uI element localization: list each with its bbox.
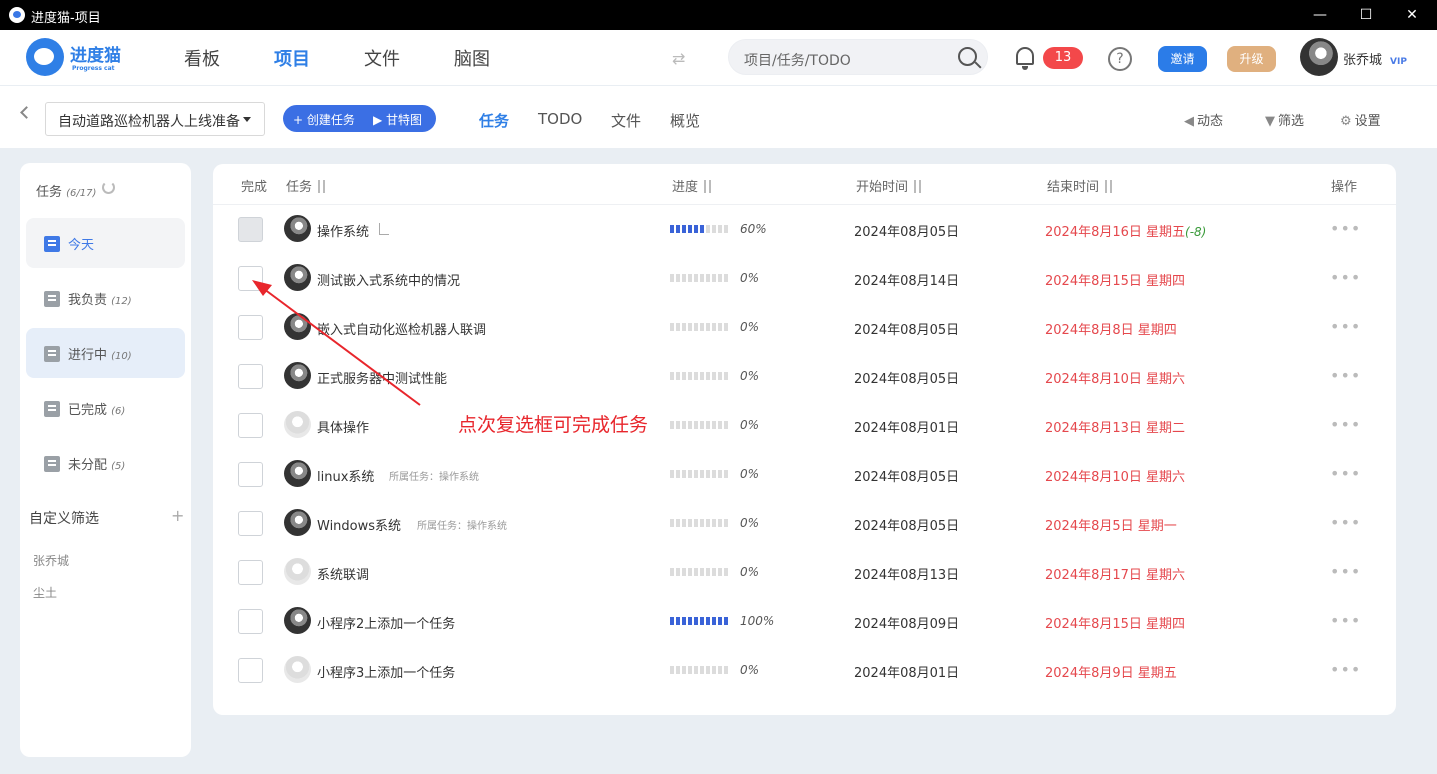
- annotation-arrow: [252, 280, 421, 406]
- annotation-text: 点次复选框可完成任务: [458, 414, 649, 436]
